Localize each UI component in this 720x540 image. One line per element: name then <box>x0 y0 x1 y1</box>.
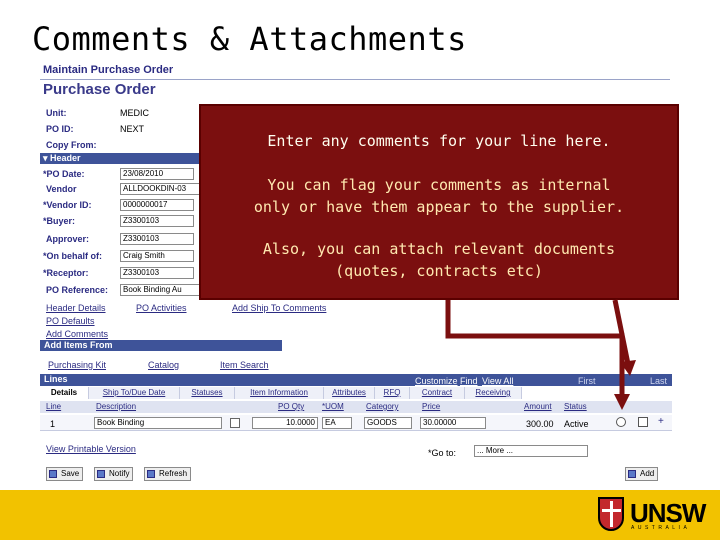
callout-box: Enter any comments for your line here. Y… <box>199 104 679 300</box>
notify-icon <box>97 470 105 478</box>
po-activities-link[interactable]: PO Activities <box>136 303 187 313</box>
unit-label: Unit: <box>46 108 67 118</box>
col-po-qty[interactable]: PO Qty <box>278 402 304 412</box>
callout-line-3b: (quotes, contracts etc) <box>335 262 543 280</box>
vendor-id-field[interactable]: 0000000017 <box>120 199 194 211</box>
refresh-icon <box>147 470 155 478</box>
buyer-field[interactable]: Z3300103 <box>120 215 194 227</box>
view-printable-link[interactable]: View Printable Version <box>46 444 136 454</box>
row-category-field[interactable]: GOODS <box>364 417 412 429</box>
edit-icon[interactable] <box>638 417 648 427</box>
divider <box>40 79 670 80</box>
save-icon <box>49 470 57 478</box>
row-amount: 300.00 <box>526 419 554 429</box>
tab-attributes[interactable]: Attributes <box>324 387 375 399</box>
row-price-field[interactable]: 30.00000 <box>420 417 486 429</box>
header-details-link[interactable]: Header Details <box>46 303 106 313</box>
tab-details[interactable]: Details <box>40 387 89 399</box>
first-label[interactable]: First <box>578 376 596 386</box>
po-date-field[interactable]: 23/08/2010 <box>120 168 194 180</box>
add-comments-link[interactable]: Add Comments <box>46 329 108 339</box>
add-row-icon[interactable]: + <box>658 417 668 427</box>
row-description-field[interactable]: Book Binding <box>94 417 222 429</box>
catalog-link[interactable]: Catalog <box>148 360 179 370</box>
tab-rfq[interactable]: RFQ <box>375 387 410 399</box>
save-button[interactable]: Save <box>46 467 84 481</box>
vendor-label: Vendor <box>46 184 77 194</box>
col-description[interactable]: Description <box>96 402 136 412</box>
last-label[interactable]: Last <box>650 376 667 386</box>
add-ship-to-comments-link[interactable]: Add Ship To Comments <box>232 303 326 313</box>
lines-label: Lines <box>44 374 68 384</box>
po-defaults-link[interactable]: PO Defaults <box>46 316 95 326</box>
approver-field[interactable]: Z3300103 <box>120 233 194 245</box>
refresh-button-label: Refresh <box>159 469 188 478</box>
col-line[interactable]: Line <box>46 402 61 412</box>
notify-button[interactable]: Notify <box>94 467 134 481</box>
callout-line-3a: Also, you can attach relevant documents <box>262 240 616 258</box>
po-reference-label: PO Reference: <box>46 285 109 295</box>
on-behalf-label: *On behalf of: <box>43 251 102 261</box>
add-button-label: Add <box>640 469 655 478</box>
on-behalf-field[interactable]: Craig Smith <box>120 250 194 262</box>
receptor-field[interactable]: Z3300103 <box>120 267 194 279</box>
callout-line-2b: only or have them appear to the supplier… <box>253 198 625 216</box>
tab-receiving[interactable]: Receiving <box>465 387 522 399</box>
header-section-toggle[interactable]: ▾ Header <box>40 153 200 164</box>
add-button[interactable]: Add <box>625 467 659 481</box>
buyer-label: *Buyer: <box>43 216 76 226</box>
item-search-link[interactable]: Item Search <box>220 360 269 370</box>
notify-button-label: Notify <box>109 469 130 478</box>
col-status[interactable]: Status <box>564 402 587 412</box>
refresh-button[interactable]: Refresh <box>144 467 192 481</box>
breadcrumb[interactable]: Maintain Purchase Order <box>43 64 173 76</box>
tab-statuses[interactable]: Statuses <box>180 387 235 399</box>
vendor-field[interactable]: ALLDOOKDIN-03 <box>120 183 200 195</box>
copy-from-label: Copy From: <box>46 140 97 150</box>
callout-line-2a: You can flag your comments as internal <box>267 176 611 194</box>
poid-value: NEXT <box>120 124 145 134</box>
unsw-logo: UNSW AUSTRALIA <box>598 497 708 533</box>
col-price[interactable]: Price <box>422 402 440 412</box>
col-category[interactable]: Category <box>366 402 398 412</box>
magnifier-icon[interactable] <box>230 418 240 428</box>
receptor-label: *Receptor: <box>43 268 89 278</box>
unit-value: MEDIC <box>120 108 149 118</box>
find-link[interactable]: Find <box>460 376 478 386</box>
vendor-id-label: *Vendor ID: <box>43 200 92 210</box>
tab-item-information[interactable]: Item Information <box>235 387 324 399</box>
row-line: 1 <box>50 419 56 429</box>
callout-line-3: Also, you can attach relevant documents (… <box>201 238 677 282</box>
slide-title: Comments & Attachments <box>32 20 467 58</box>
row-status: Active <box>564 419 589 429</box>
approver-label: Approver: <box>46 234 90 244</box>
add-icon <box>628 470 636 478</box>
view-all-link[interactable]: View All <box>482 376 513 386</box>
page-title: Purchase Order <box>43 81 156 98</box>
tab-contract[interactable]: Contract <box>410 387 465 399</box>
row-uom-field[interactable]: EA <box>322 417 352 429</box>
tab-ship-to-due-date[interactable]: Ship To/Due Date <box>89 387 180 399</box>
po-reference-field[interactable]: Book Binding Au <box>120 284 202 296</box>
comment-bubble-icon[interactable] <box>616 417 626 427</box>
triangle-down-icon: ▾ <box>43 153 48 163</box>
purchasing-kit-link[interactable]: Purchasing Kit <box>48 360 106 370</box>
customize-link[interactable]: Customize <box>415 376 458 386</box>
goto-label: *Go to: <box>428 448 457 458</box>
col-uom[interactable]: *UOM <box>322 402 344 412</box>
save-button-label: Save <box>61 469 80 478</box>
header-section-label: Header <box>50 153 81 163</box>
logo-subtitle: AUSTRALIA <box>631 525 691 531</box>
goto-select[interactable]: ... More ... <box>474 445 588 457</box>
po-date-label: *PO Date: <box>43 169 85 179</box>
crest-icon <box>598 497 624 531</box>
callout-line-2: You can flag your comments as internal on… <box>201 174 677 218</box>
poid-label: PO ID: <box>46 124 74 134</box>
add-items-bar: Add Items From <box>40 340 282 351</box>
callout-line-1: Enter any comments for your line here. <box>267 132 611 150</box>
col-amount[interactable]: Amount <box>524 402 552 412</box>
row-qty-field[interactable]: 10.0000 <box>252 417 318 429</box>
